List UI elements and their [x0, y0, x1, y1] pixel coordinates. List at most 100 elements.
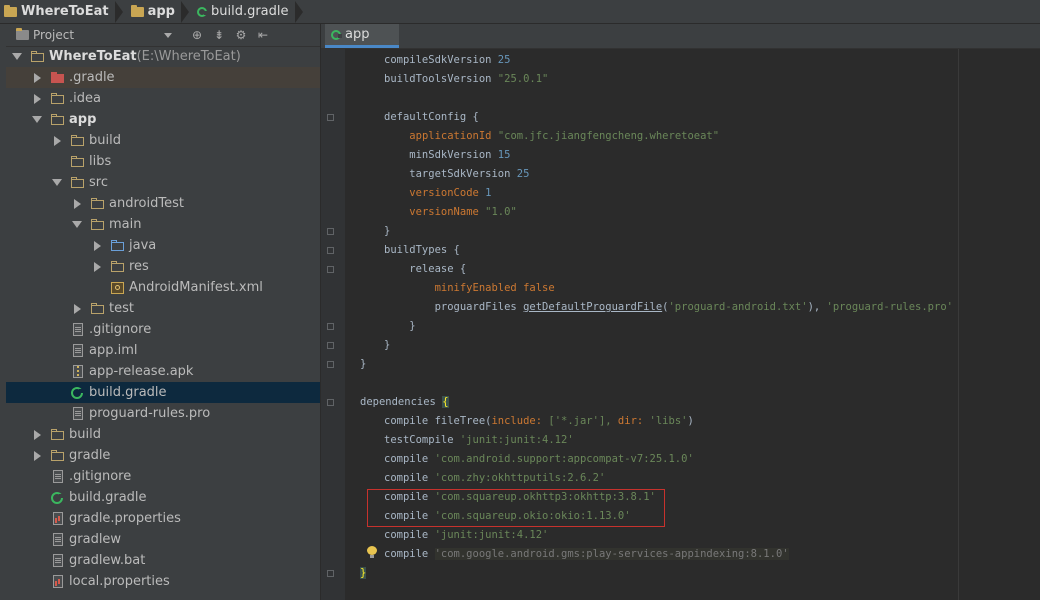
- code-token: compile: [384, 548, 435, 560]
- collapsed-arrow-icon[interactable]: [34, 93, 41, 104]
- tree-item[interactable]: .idea: [6, 88, 320, 109]
- collapsed-arrow-icon[interactable]: [54, 135, 61, 146]
- tree-item[interactable]: gradle: [6, 445, 320, 466]
- fold-marker-icon[interactable]: [327, 266, 334, 273]
- fold-marker-icon[interactable]: [327, 342, 334, 349]
- tree-item[interactable]: proguard-rules.pro: [6, 403, 320, 424]
- tree-item-label: libs: [89, 154, 112, 169]
- code-line: applicationId "com.jfc.jiangfengcheng.wh…: [384, 127, 719, 146]
- tree-item[interactable]: libs: [6, 151, 320, 172]
- tree-item[interactable]: .gitignore: [6, 319, 320, 340]
- fold-marker-icon[interactable]: [327, 228, 334, 235]
- code-token: compile: [384, 472, 435, 484]
- tree-item[interactable]: AndroidManifest.xml: [6, 277, 320, 298]
- tab-app-build-gradle[interactable]: app: [325, 24, 399, 48]
- code-line: compile 'junit:junit:4.12': [384, 526, 548, 545]
- tree-item[interactable]: build.gradle: [6, 382, 320, 403]
- target-icon[interactable]: ⊕: [190, 28, 204, 42]
- tree-item[interactable]: local.properties: [6, 571, 320, 592]
- code-line: targetSdkVersion 25: [384, 165, 529, 184]
- folder-icon: [71, 155, 85, 169]
- code-token: "com.jfc.jiangfengcheng.wheretoeat": [497, 130, 720, 142]
- expanded-arrow-icon[interactable]: [32, 116, 42, 123]
- collapsed-arrow-icon[interactable]: [34, 429, 41, 440]
- code-token: false: [523, 282, 555, 294]
- collapsed-arrow-icon[interactable]: [94, 240, 101, 251]
- tree-item-label: WhereToEat: [49, 49, 137, 64]
- collapsed-arrow-icon[interactable]: [34, 450, 41, 461]
- code-token: defaultConfig {: [384, 111, 479, 123]
- code-token: applicationId: [409, 130, 498, 142]
- collapsed-arrow-icon[interactable]: [34, 72, 41, 83]
- tree-item[interactable]: gradle.properties: [6, 508, 320, 529]
- tree-item[interactable]: app-release.apk: [6, 361, 320, 382]
- tree-item[interactable]: androidTest: [6, 193, 320, 214]
- project-view-selector[interactable]: Project: [16, 28, 186, 42]
- lightbulb-icon[interactable]: [367, 546, 377, 559]
- tree-item[interactable]: main: [6, 214, 320, 235]
- code-token: ['*.jar'],: [548, 415, 618, 427]
- collapsed-arrow-icon[interactable]: [94, 261, 101, 272]
- code-token: compile: [384, 453, 435, 465]
- hide-icon[interactable]: ⇤: [256, 28, 270, 42]
- code-token: proguardFiles: [384, 301, 524, 313]
- tree-item[interactable]: app: [6, 109, 320, 130]
- collapse-icon[interactable]: ⇟: [212, 28, 226, 42]
- folder-icon: [71, 134, 85, 148]
- code-line: release {: [384, 260, 466, 279]
- fold-marker-icon[interactable]: [327, 247, 334, 254]
- collapsed-arrow-icon[interactable]: [74, 303, 81, 314]
- breadcrumb-separator: [180, 0, 189, 23]
- tree-item[interactable]: test: [6, 298, 320, 319]
- expanded-arrow-icon[interactable]: [52, 179, 62, 186]
- code-line: defaultConfig {: [384, 108, 479, 127]
- gradle-icon: [71, 386, 85, 400]
- folder-icon: [91, 302, 105, 316]
- code-line: }: [360, 355, 366, 374]
- code-token: 'proguard-rules.pro': [826, 301, 953, 313]
- folder-icon: [91, 218, 105, 232]
- tree-item[interactable]: gradlew: [6, 529, 320, 550]
- fold-marker-icon[interactable]: [327, 570, 334, 577]
- breadcrumb-module[interactable]: app: [127, 0, 193, 23]
- tree-item[interactable]: build: [6, 424, 320, 445]
- code-token: "25.0.1": [497, 73, 549, 85]
- fold-marker-icon[interactable]: [327, 114, 334, 121]
- tree-item[interactable]: src: [6, 172, 320, 193]
- tree-item[interactable]: .gitignore: [6, 466, 320, 487]
- code-token: ): [687, 415, 694, 427]
- code-token: 'com.zhy:okhttputils:2.6.2': [434, 472, 606, 484]
- fold-marker-icon[interactable]: [327, 361, 334, 368]
- fold-marker-icon[interactable]: [327, 399, 334, 406]
- tree-item[interactable]: build: [6, 130, 320, 151]
- expanded-arrow-icon[interactable]: [72, 221, 82, 228]
- tree-item[interactable]: WhereToEat (E:\WhereToEat): [6, 46, 320, 67]
- breadcrumb-project[interactable]: WhereToEat: [0, 0, 127, 23]
- folder-icon: [91, 197, 105, 211]
- folder-icon: [31, 50, 45, 64]
- breadcrumb-project-label: WhereToEat: [21, 4, 109, 19]
- breadcrumb-file-label: build.gradle: [210, 4, 289, 19]
- folder-icon: [51, 449, 65, 463]
- code-token: minSdkVersion: [384, 149, 498, 161]
- tree-item-label: app-release.apk: [89, 364, 194, 379]
- expanded-arrow-icon[interactable]: [12, 53, 22, 60]
- tree-item[interactable]: build.gradle: [6, 487, 320, 508]
- breadcrumb-file[interactable]: build.gradle: [193, 0, 307, 23]
- tree-item[interactable]: res: [6, 256, 320, 277]
- gradle-icon: [196, 6, 208, 17]
- collapsed-arrow-icon[interactable]: [74, 198, 81, 209]
- code-token: versionCode: [409, 187, 486, 199]
- fold-marker-icon[interactable]: [327, 323, 334, 330]
- code-token: 1: [485, 187, 492, 199]
- tree-item-label: build: [69, 427, 101, 442]
- gear-icon[interactable]: ⚙: [234, 28, 248, 42]
- tree-item[interactable]: java: [6, 235, 320, 256]
- tree-item[interactable]: app.iml: [6, 340, 320, 361]
- tree-item[interactable]: gradlew.bat: [6, 550, 320, 571]
- code-token: buildToolsVersion: [384, 73, 498, 85]
- code-token: }: [384, 225, 391, 237]
- tree-item[interactable]: .gradle: [6, 67, 320, 88]
- right-margin-guide: [958, 49, 959, 600]
